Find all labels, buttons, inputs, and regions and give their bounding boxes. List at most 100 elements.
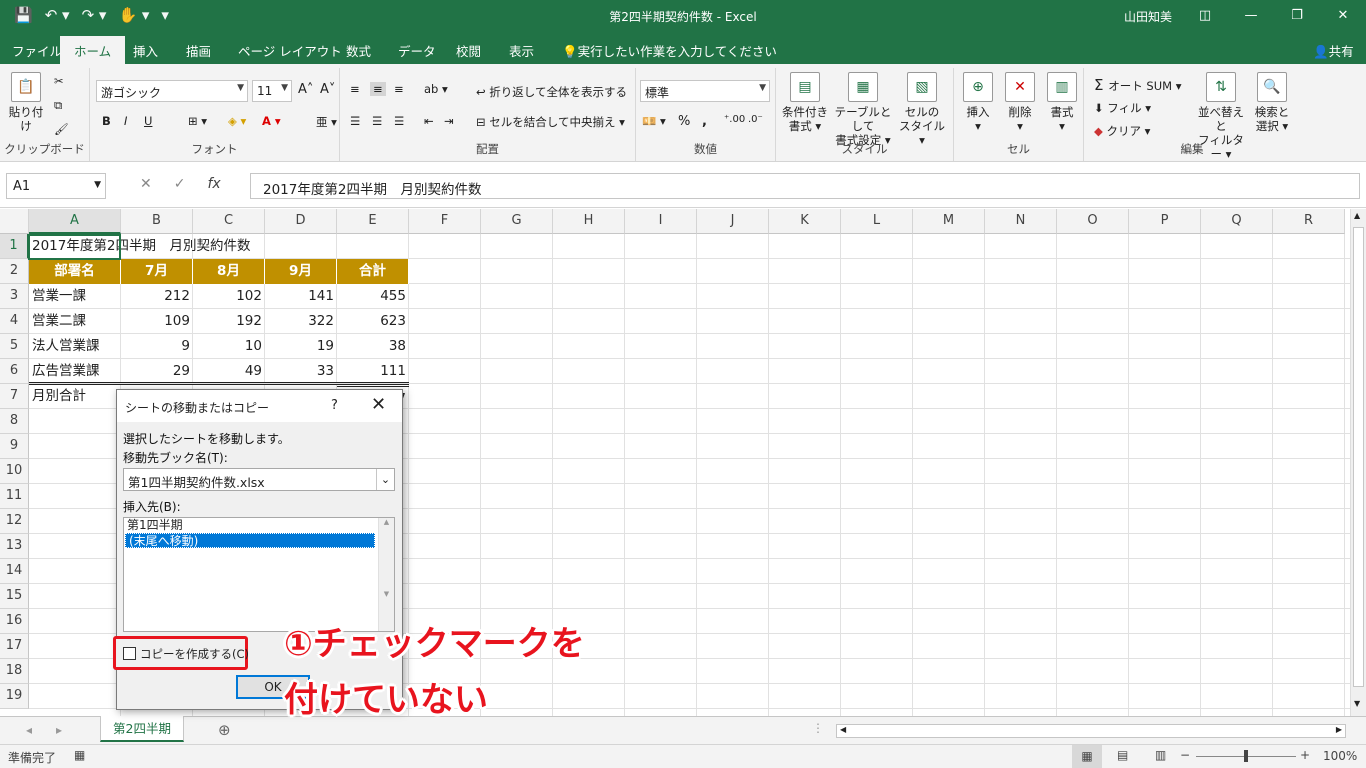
cut-icon[interactable]: ✂ (54, 74, 64, 88)
row-header-4[interactable]: 4 (0, 309, 29, 334)
dept-cell[interactable]: 営業二課 (29, 309, 121, 334)
tab-view[interactable]: 表示 (509, 41, 534, 60)
align-middle-icon[interactable]: ≡ (370, 82, 386, 96)
format-painter-icon[interactable]: 🖌 (54, 122, 69, 136)
value-cell[interactable]: 623 (337, 309, 409, 334)
font-size-combo[interactable]: 11 ▼ (252, 80, 292, 102)
column-header-P[interactable]: P (1129, 209, 1201, 234)
align-bottom-icon[interactable]: ≡ (394, 82, 404, 96)
value-cell[interactable]: 322 (265, 309, 337, 334)
conditional-formatting-button[interactable]: ▤ 条件付き 書式 ▾ (780, 72, 830, 133)
decrease-indent-icon[interactable]: ⇤ (424, 114, 434, 128)
column-header-E[interactable]: E (337, 209, 409, 234)
row-header-2[interactable]: 2 (0, 259, 29, 284)
value-cell[interactable]: 49 (193, 359, 265, 384)
value-cell[interactable]: 19 (265, 334, 337, 359)
tell-me-box[interactable]: 💡実行したい作業を入力してください (562, 41, 777, 60)
list-item[interactable]: 第1四半期 (124, 518, 394, 533)
font-name-combo[interactable]: 游ゴシック ▼ (96, 80, 248, 102)
restore-icon[interactable]: ❐ (1274, 0, 1320, 32)
row-header-13[interactable]: 13 (0, 534, 29, 559)
close-icon[interactable]: ✕ (1320, 0, 1366, 32)
column-header-Q[interactable]: Q (1201, 209, 1273, 234)
column-header-H[interactable]: H (553, 209, 625, 234)
insert-function-icon[interactable]: fx (207, 176, 220, 192)
scroll-down-icon[interactable]: ▼ (1354, 699, 1360, 708)
tab-review[interactable]: 校閲 (456, 41, 481, 60)
value-cell[interactable]: 141 (265, 284, 337, 309)
italic-button[interactable]: I (124, 114, 127, 128)
zoom-out-icon[interactable]: − (1180, 748, 1190, 762)
header-cell[interactable]: 9月 (265, 259, 337, 284)
row-header-3[interactable]: 3 (0, 284, 29, 309)
create-copy-label[interactable]: コピーを作成する(C) (140, 646, 249, 662)
increase-indent-icon[interactable]: ⇥ (444, 114, 454, 128)
dept-cell[interactable]: 広告営業課 (29, 359, 121, 384)
column-header-C[interactable]: C (193, 209, 265, 234)
currency-icon[interactable]: 💴 ▾ (642, 114, 666, 128)
insert-cells-button[interactable]: ⊕ 挿入 ▾ (960, 72, 996, 133)
value-cell[interactable]: 9 (121, 334, 193, 359)
fill-color-icon[interactable]: ◈ ▾ (228, 114, 246, 128)
value-cell[interactable]: 212 (121, 284, 193, 309)
merge-center-button[interactable]: ⊟ セルを結合して中央揃え ▾ (476, 114, 625, 130)
row-header-8[interactable]: 8 (0, 409, 29, 434)
underline-button[interactable]: U (144, 114, 152, 128)
column-header-D[interactable]: D (265, 209, 337, 234)
tab-home[interactable]: ホーム (60, 36, 126, 64)
list-scrollbar[interactable]: ▲ ▼ (378, 518, 394, 631)
row-header-7[interactable]: 7 (0, 384, 29, 409)
value-cell[interactable]: 10 (193, 334, 265, 359)
column-header-O[interactable]: O (1057, 209, 1129, 234)
copy-icon[interactable]: ⧉ (54, 98, 62, 113)
row-header-9[interactable]: 9 (0, 434, 29, 459)
tab-data[interactable]: データ (398, 41, 436, 60)
tab-page-layout[interactable]: ページ レイアウト (238, 41, 342, 60)
new-sheet-icon[interactable]: ⊕ (218, 721, 231, 739)
column-header-N[interactable]: N (985, 209, 1057, 234)
chevron-down-icon[interactable]: ⌄ (376, 469, 394, 490)
column-header-K[interactable]: K (769, 209, 841, 234)
row-header-16[interactable]: 16 (0, 609, 29, 634)
row-header-15[interactable]: 15 (0, 584, 29, 609)
value-cell[interactable]: 455 (337, 284, 409, 309)
row-header-14[interactable]: 14 (0, 559, 29, 584)
to-book-select[interactable]: 第1四半期契約件数.xlsx ⌄ (123, 468, 395, 491)
dialog-close-icon[interactable]: ✕ (371, 394, 386, 415)
tab-draw[interactable]: 描画 (186, 41, 211, 60)
shrink-font-icon[interactable]: A˅ (320, 82, 335, 97)
value-cell[interactable]: 111 (337, 359, 409, 384)
header-cell[interactable]: 合計 (337, 259, 409, 284)
autosum-button[interactable]: Σ オート SUM ▾ (1094, 76, 1181, 94)
value-cell[interactable]: 102 (193, 284, 265, 309)
column-header-R[interactable]: R (1273, 209, 1345, 234)
column-header-G[interactable]: G (481, 209, 553, 234)
horizontal-scrollbar[interactable]: ◀ ▶ (836, 724, 1346, 738)
format-cells-button[interactable]: ▥ 書式 ▾ (1044, 72, 1080, 133)
phonetic-icon[interactable]: 亜 ▾ (316, 114, 337, 130)
column-header-L[interactable]: L (841, 209, 913, 234)
select-all-corner[interactable] (0, 209, 29, 234)
row-header-10[interactable]: 10 (0, 459, 29, 484)
row-header-5[interactable]: 5 (0, 334, 29, 359)
comma-button[interactable]: , (702, 114, 707, 129)
row-header-1[interactable]: 1 (0, 234, 29, 259)
tab-formulas[interactable]: 数式 (346, 41, 371, 60)
row-header-11[interactable]: 11 (0, 484, 29, 509)
column-header-F[interactable]: F (409, 209, 481, 234)
align-center-icon[interactable]: ☰ (372, 114, 382, 128)
create-copy-checkbox[interactable] (123, 647, 136, 660)
percent-button[interactable]: % (678, 114, 690, 129)
user-name[interactable]: 山田知美 (1124, 8, 1172, 25)
scroll-left-icon[interactable]: ◀ (840, 725, 846, 734)
share-button[interactable]: 👤共有 (1313, 41, 1354, 60)
ribbon-display-options-icon[interactable]: ◫ (1182, 0, 1228, 32)
row-header-17[interactable]: 17 (0, 634, 29, 659)
page-layout-view-icon[interactable]: ▤ (1117, 748, 1128, 762)
sheet-tab-q2[interactable]: 第2四半期 (100, 716, 184, 742)
orientation-icon[interactable]: ab ▾ (424, 82, 448, 96)
border-icon[interactable]: ⊞ ▾ (188, 114, 207, 128)
active-cell-A1[interactable] (28, 234, 121, 260)
value-cell[interactable]: 29 (121, 359, 193, 384)
value-cell[interactable]: 192 (193, 309, 265, 334)
